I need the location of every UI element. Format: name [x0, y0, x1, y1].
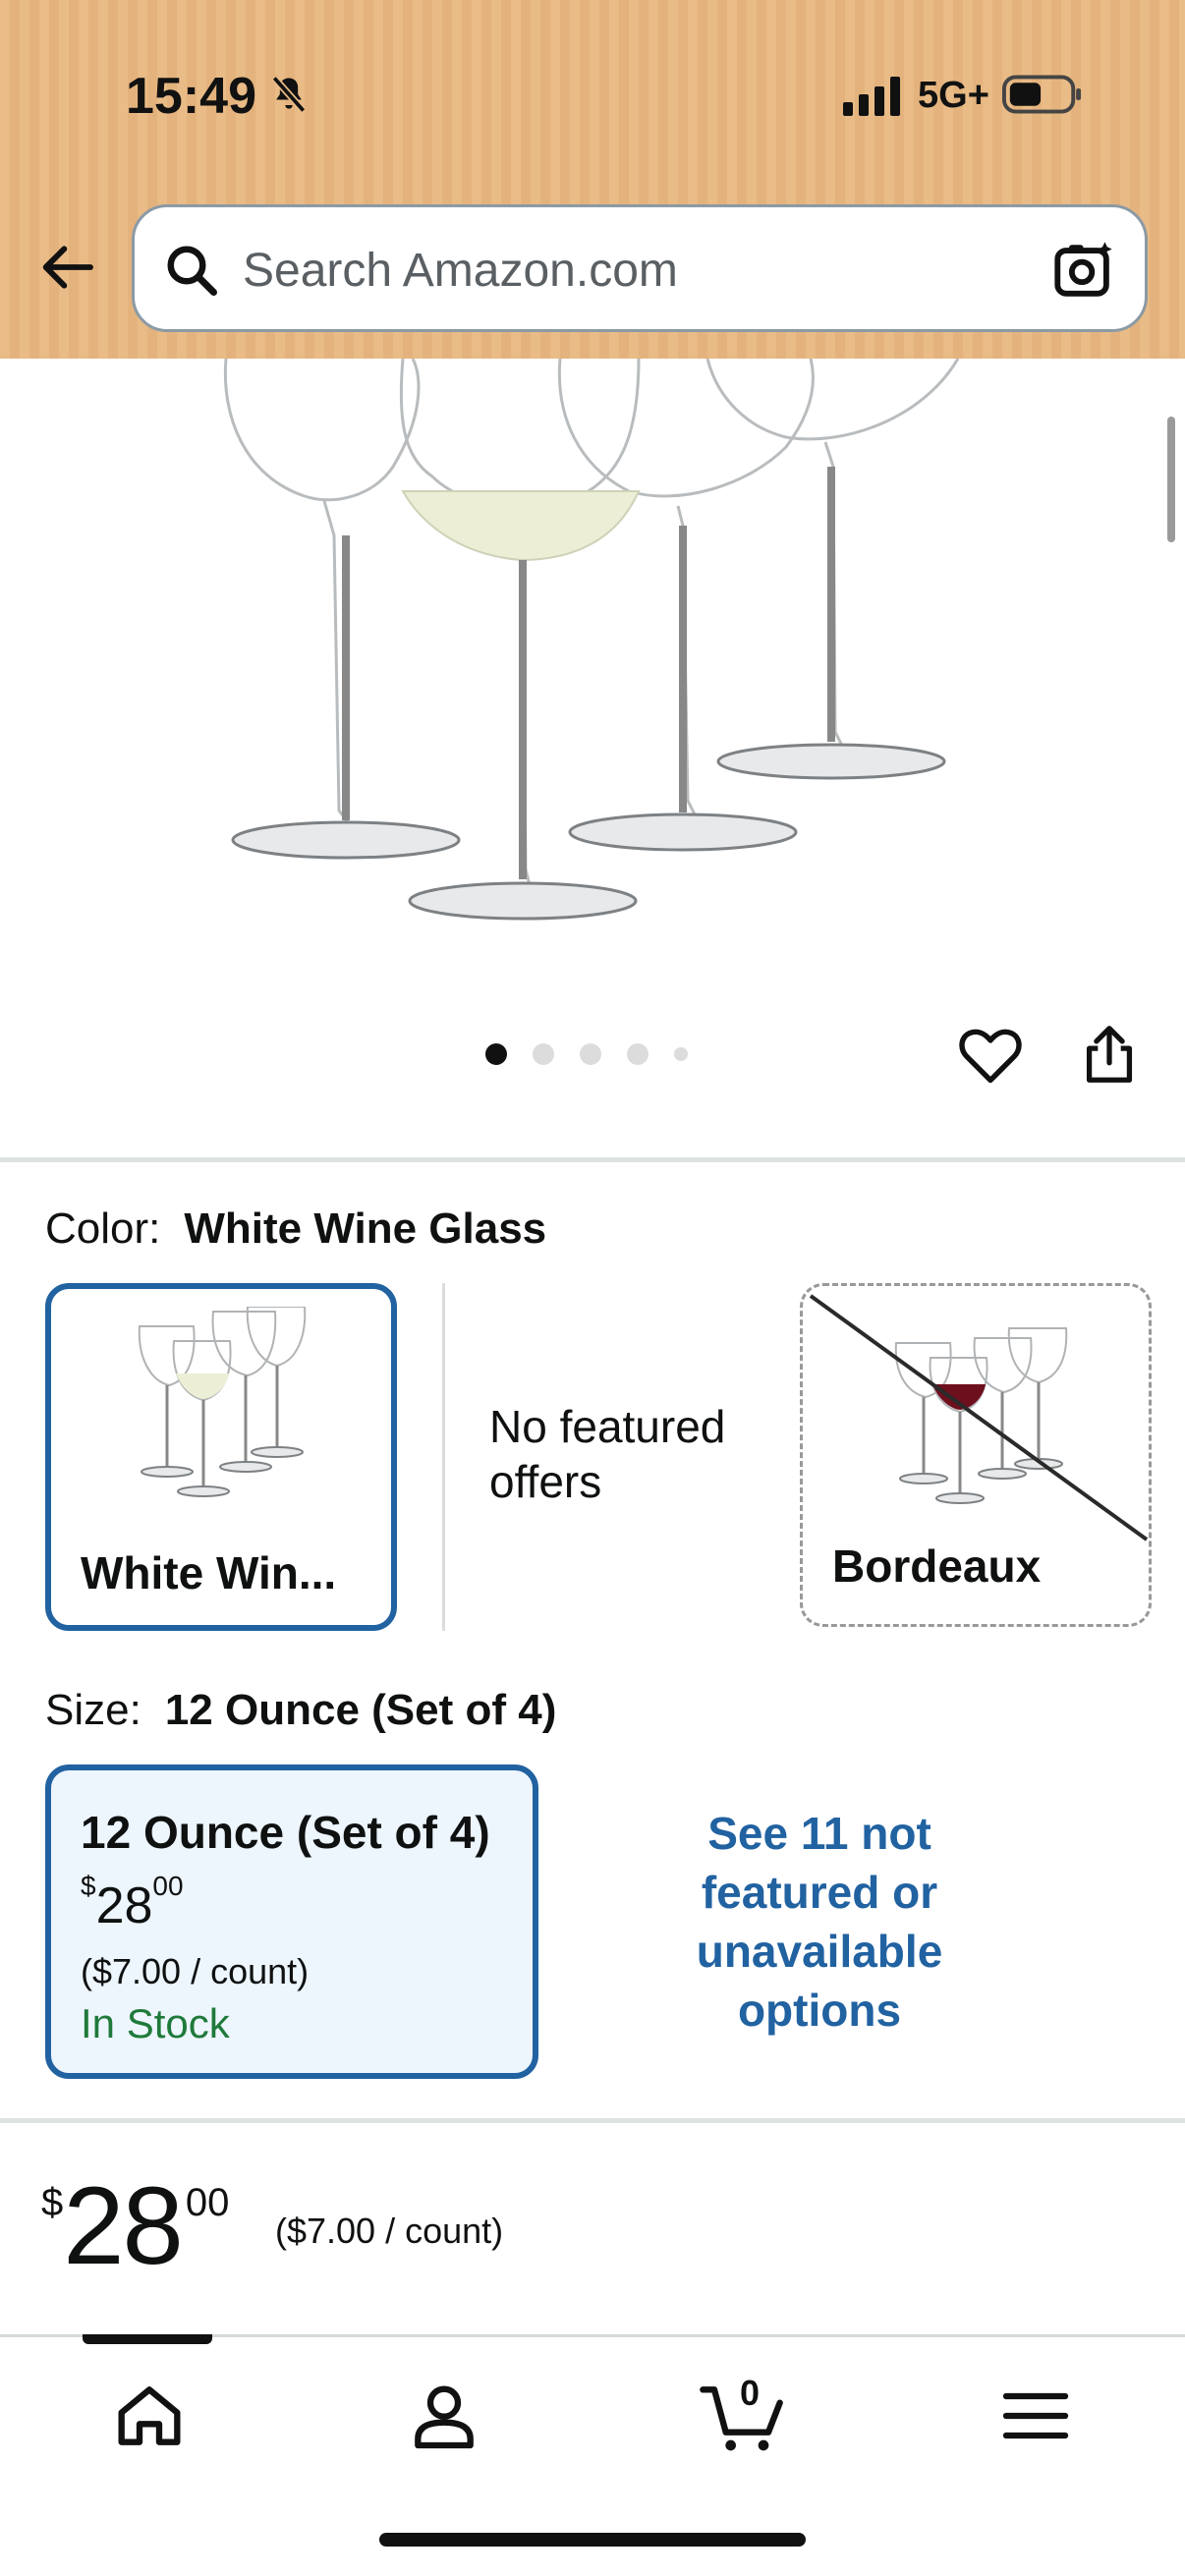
- swatch-name: Bordeaux: [832, 1540, 1042, 1592]
- bell-slash-icon: [271, 76, 307, 113]
- size-label: Size:: [45, 1686, 141, 1734]
- pager-dot[interactable]: [674, 1047, 688, 1061]
- size-option-price: $2800: [81, 1871, 184, 1935]
- network-label: 5G+: [918, 75, 989, 116]
- color-selected-value: White Wine Glass: [184, 1204, 547, 1253]
- color-label-row: Color: White Wine Glass: [45, 1204, 546, 1254]
- price-fraction: 00: [185, 2181, 230, 2224]
- section-divider: [0, 2118, 1185, 2123]
- back-arrow-icon[interactable]: [35, 236, 98, 299]
- size-selected-value: 12 Ounce (Set of 4): [164, 1686, 557, 1734]
- color-swatch-bordeaux[interactable]: Bordeaux: [800, 1283, 1152, 1627]
- pager-dot[interactable]: [627, 1043, 649, 1065]
- camera-icon[interactable]: [1050, 235, 1119, 304]
- cart-count: 0: [739, 2373, 761, 2413]
- color-label: Color:: [45, 1204, 161, 1253]
- size-option-title: 12 Ounce (Set of 4): [81, 1807, 490, 1858]
- price-currency: $: [81, 1871, 96, 1901]
- swatch-name: White Win...: [81, 1547, 337, 1598]
- size-option-12oz[interactable]: 12 Ounce (Set of 4) $2800 ($7.00 / count…: [45, 1764, 538, 2079]
- pager-dot[interactable]: [485, 1043, 507, 1065]
- no-featured-offers-text: No featured offers: [489, 1401, 726, 1507]
- scrollbar[interactable]: [1167, 417, 1175, 542]
- main-price: $ 28 00: [41, 2167, 229, 2285]
- battery-icon: [1002, 75, 1082, 114]
- search-input[interactable]: [243, 237, 1029, 304]
- size-label-row: Size: 12 Ounce (Set of 4): [45, 1686, 556, 1735]
- header: 15:49 5G+: [0, 0, 1185, 359]
- price-whole: 28: [95, 1877, 153, 1934]
- search-icon: [167, 246, 217, 296]
- unit-price: ($7.00 / count): [275, 2211, 504, 2251]
- pager-dot[interactable]: [580, 1043, 601, 1065]
- swatch-thumbnail: [138, 1307, 307, 1497]
- search-bar[interactable]: [132, 204, 1148, 332]
- section-divider: [0, 1157, 1185, 1162]
- color-swatch-white-wine[interactable]: White Win...: [45, 1283, 397, 1631]
- signal-icon: [843, 77, 900, 116]
- menu-icon[interactable]: [996, 2377, 1075, 2455]
- see-more-options-link[interactable]: See 11 not featured or unavailable optio…: [660, 1804, 979, 2040]
- account-icon[interactable]: [405, 2377, 483, 2455]
- pager-dot[interactable]: [533, 1043, 554, 1065]
- price-currency: $: [41, 2181, 64, 2224]
- product-image[interactable]: [0, 359, 1185, 948]
- heart-icon[interactable]: [955, 1020, 1026, 1091]
- price-fraction: 00: [152, 1871, 184, 1901]
- home-icon[interactable]: [110, 2377, 189, 2455]
- price-whole: 28: [63, 2164, 184, 2287]
- swatch-divider: [442, 1283, 445, 1631]
- home-indicator[interactable]: [379, 2533, 806, 2547]
- share-icon[interactable]: [1075, 1018, 1144, 1091]
- size-option-unit-price: ($7.00 / count): [81, 1951, 310, 1991]
- stock-status: In Stock: [81, 2000, 230, 2046]
- status-time: 15:49: [126, 68, 256, 125]
- image-pager[interactable]: [485, 1041, 688, 1067]
- nav-active-indicator: [83, 2334, 212, 2344]
